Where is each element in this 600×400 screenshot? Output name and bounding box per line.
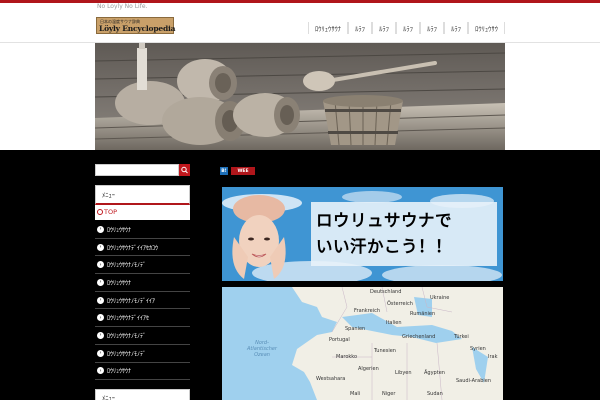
nav-item-7[interactable]: ﾛｳﾘｭｳｻｳ [468, 22, 505, 34]
sidebar-menu-heading-2: ﾒﾆｭｰ [95, 389, 190, 400]
map-label: Frankreich [354, 308, 381, 314]
sidebar-item-label: ﾛｳﾘｭｳｻｳﾅ [107, 226, 132, 234]
sidebar-item[interactable]: › ﾛｳﾘｭｳｻｳﾅﾉﾓﾉﾃﾞ [95, 256, 190, 275]
map-label: Niger [382, 391, 396, 397]
nav-item-4[interactable]: ﾙﾗﾌ [396, 22, 420, 34]
sidebar-item-label: TOP [104, 208, 118, 216]
hero-side-right [505, 43, 600, 150]
map-label: Portugal [329, 337, 350, 343]
map-label: Irak [488, 354, 498, 360]
sidebar-item[interactable]: › ﾛｳﾘｭｳｻｳﾅ [95, 363, 190, 381]
map-label: Griechenland [402, 334, 436, 340]
weibo-share-button[interactable]: WEE [231, 167, 255, 175]
circle-arrow-icon: › [97, 331, 104, 339]
circle-arrow-icon [97, 209, 103, 215]
sidebar-menu-list: › ﾛｳﾘｭｳｻｳﾅ › ﾛｳﾘｭｳｻｳﾅﾃﾞｲｲｱｾｶｺｳ › ﾛｳﾘｭｳｻｳﾅﾉﾓ… [95, 221, 190, 381]
logo-title: Löyly Encyclopedia [99, 24, 176, 33]
sidebar-item[interactable]: › ﾛｳﾘｭｳｻｳﾅﾉﾓﾉﾃﾞｲｲｱ [95, 292, 190, 310]
sidebar-item[interactable]: › ﾛｳﾘｭｳｻｳﾅﾃﾞｲｲｱｾ [95, 309, 190, 328]
map-label: Österreich [387, 301, 413, 307]
nav-item-6[interactable]: ﾙﾗﾌ [444, 22, 468, 34]
circle-arrow-icon: › [97, 225, 104, 233]
hero-side-left [0, 43, 95, 150]
search-form [95, 164, 190, 176]
map-widget[interactable]: Deutschland Österreich Ukraine Frankreic… [222, 287, 503, 400]
map-label: Mali [350, 391, 361, 397]
map-label: Westsahara [316, 376, 346, 382]
sidebar-item-label: ﾛｳﾘｭｳｻｳﾅﾃﾞｲｲｱｾ [107, 315, 150, 323]
map-label: Ukraine [430, 295, 450, 301]
sidebar-item[interactable]: › ﾛｳﾘｭｳｻｳﾅ [95, 221, 190, 239]
sidebar-item-label: ﾛｳﾘｭｳｻｳﾅ [107, 279, 132, 287]
map-label: Deutschland [370, 289, 402, 295]
banner-line-1: ロウリュサウナで [316, 211, 452, 230]
search-icon [181, 166, 188, 174]
circle-arrow-icon: › [97, 261, 104, 269]
share-buttons: B! WEE [220, 167, 255, 175]
sea-label-line: Ozean [254, 352, 270, 358]
sidebar-item[interactable]: › ﾛｳﾘｭｳｻｳﾅﾃﾞｲｲｱｾｶｺｳ [95, 239, 190, 257]
sauna-banner[interactable]: ロウリュサウナで いい汗かこう！！ [222, 187, 503, 281]
circle-arrow-icon: › [97, 243, 104, 251]
sidebar-item-label: ﾛｳﾘｭｳｻｳﾅﾃﾞｲｲｱｾｶｺｳ [107, 244, 159, 252]
search-input[interactable] [95, 164, 179, 176]
site-logo[interactable]: 日本の温度サウナ辞典 Löyly Encyclopedia [96, 17, 176, 34]
site-header: No Loyly No Life. 日本の温度サウナ辞典 Löyly Encyc… [0, 3, 600, 43]
sidebar-item-label: ﾛｳﾘｭｳｻｳﾅ [107, 368, 132, 376]
map-label: Sudan [427, 391, 443, 397]
map-label: Spanien [345, 326, 366, 332]
nav-item-5[interactable]: ﾙﾗﾌ [420, 22, 444, 34]
search-button[interactable] [179, 164, 190, 176]
map-label: Türkei [454, 334, 469, 340]
nav-item-1[interactable]: ﾛｳﾘｭｳｻｳﾅ [308, 22, 348, 34]
map-label: Marokko [336, 354, 358, 360]
circle-arrow-icon: › [97, 367, 104, 375]
map-label: Rumänien [410, 311, 436, 317]
nav-item-3[interactable]: ﾙﾗﾌ [372, 22, 396, 34]
map-label: Syrien [470, 346, 486, 352]
map-label: Saudi-Arabien [456, 378, 492, 384]
sauna-towels-image [95, 43, 505, 150]
site-tagline: No Loyly No Life. [97, 3, 148, 10]
sidebar-item-label: ﾛｳﾘｭｳｻｳﾅﾉﾓﾉﾃﾞ [107, 350, 147, 358]
map-label: Libyen [395, 370, 412, 376]
circle-arrow-icon: › [97, 296, 104, 304]
map-label: Italien [386, 320, 402, 326]
nav-item-2[interactable]: ﾙﾗﾌ [348, 22, 372, 34]
hero-image [95, 43, 505, 150]
map-label: Ägypten [424, 370, 445, 376]
map-label: Tunesien [374, 348, 396, 354]
sidebar-item[interactable]: › ﾛｳﾘｭｳｻｳﾅﾉﾓﾉﾃﾞ [95, 345, 190, 363]
circle-arrow-icon: › [97, 349, 104, 357]
sidebar-item[interactable]: › ﾛｳﾘｭｳｻｳﾅﾉﾓﾉﾃﾞ [95, 327, 190, 345]
map-label: Algerien [358, 366, 379, 372]
sidebar-menu-heading: ﾒﾆｭｰ [95, 185, 190, 205]
sidebar-item-top[interactable]: TOP [95, 205, 190, 220]
banner-line-2: いい汗かこう！！ [316, 237, 452, 256]
sidebar-item-label: ﾛｳﾘｭｳｻｳﾅﾉﾓﾉﾃﾞｲｲｱ [107, 297, 156, 305]
banner-headline: ロウリュサウナで いい汗かこう！！ [316, 208, 452, 260]
circle-arrow-icon: › [97, 314, 104, 322]
sidebar-item-label: ﾛｳﾘｭｳｻｳﾅﾉﾓﾉﾃﾞ [107, 332, 147, 340]
sidebar-item-label: ﾛｳﾘｭｳｻｳﾅﾉﾓﾉﾃﾞ [107, 262, 147, 270]
sidebar-item[interactable]: › ﾛｳﾘｭｳｻｳﾅ [95, 274, 190, 292]
map-sea-label: Nord- Atlantischer Ozean [244, 340, 280, 358]
circle-arrow-icon: › [97, 278, 104, 286]
hatena-bookmark-button[interactable]: B! [220, 167, 228, 175]
